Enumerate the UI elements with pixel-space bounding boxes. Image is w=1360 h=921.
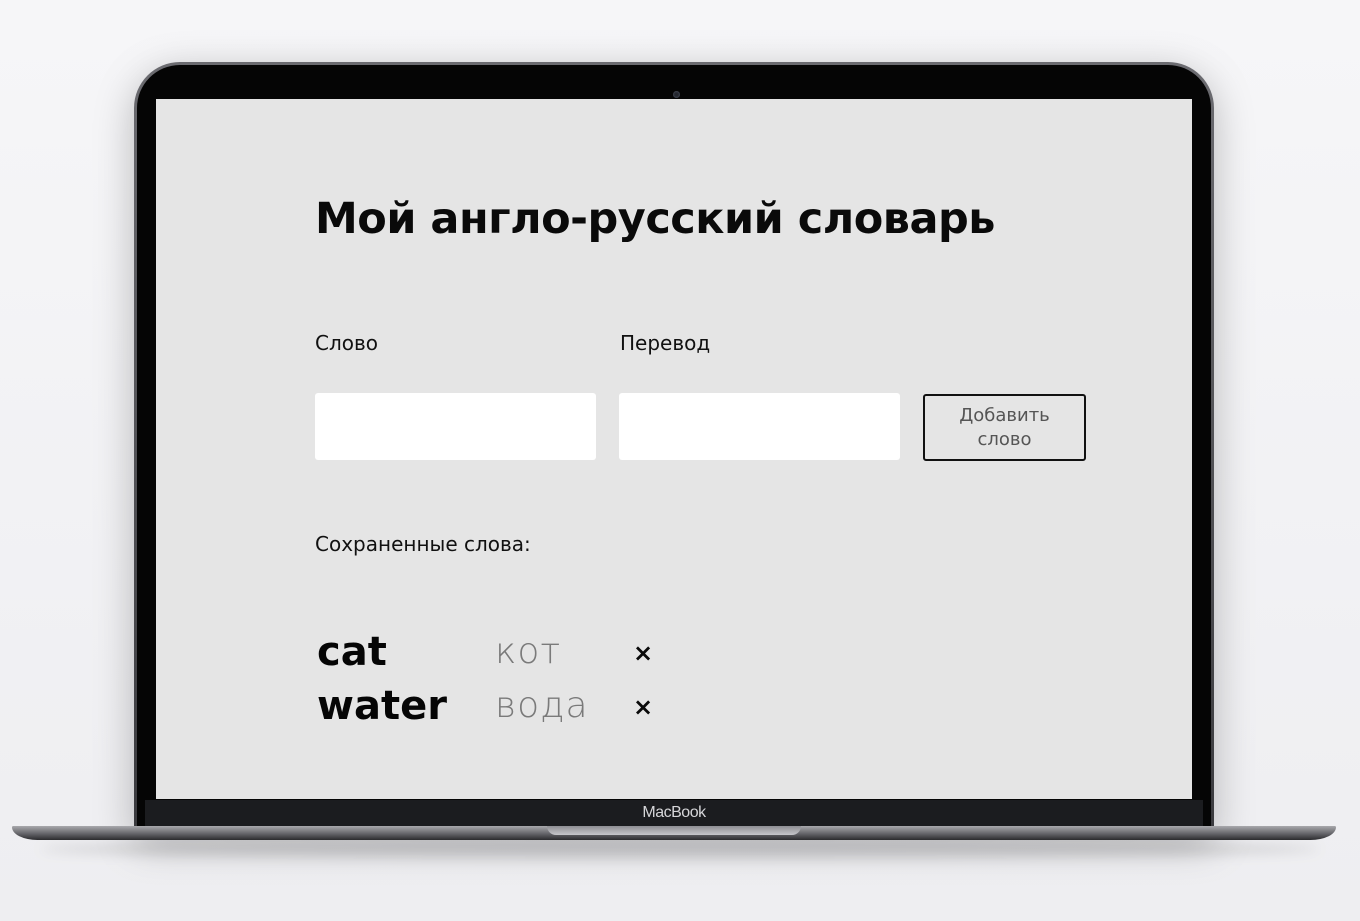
word-field-label: Слово (315, 331, 379, 355)
saved-word-translation: кот (495, 631, 562, 672)
laptop-opening-notch (547, 826, 801, 835)
laptop-chin: MacBook (145, 800, 1203, 826)
translation-input[interactable] (619, 393, 900, 460)
add-word-button[interactable]: Добавить слово (923, 394, 1086, 461)
list-item: cat кот × (317, 629, 717, 683)
saved-words-list: cat кот × water вода × (317, 629, 717, 737)
laptop-shadow (40, 840, 1320, 858)
list-item: water вода × (317, 683, 717, 737)
page-title: Мой англо-русский словарь (315, 194, 995, 244)
camera-icon (673, 91, 680, 98)
saved-word-english: cat (317, 629, 387, 675)
delete-icon[interactable]: × (631, 641, 655, 665)
translation-field-label: Перевод (620, 331, 711, 355)
saved-words-heading: Сохраненные слова: (315, 532, 531, 556)
device-stage: MacBook Мой англо-русский словарь Слово … (0, 0, 1360, 921)
device-brand-label: MacBook (642, 804, 706, 821)
word-input[interactable] (315, 393, 596, 460)
saved-word-translation: вода (495, 685, 589, 726)
saved-word-english: water (317, 683, 447, 729)
delete-icon[interactable]: × (631, 695, 655, 719)
app-screen: Мой англо-русский словарь Слово Перевод … (156, 99, 1192, 799)
